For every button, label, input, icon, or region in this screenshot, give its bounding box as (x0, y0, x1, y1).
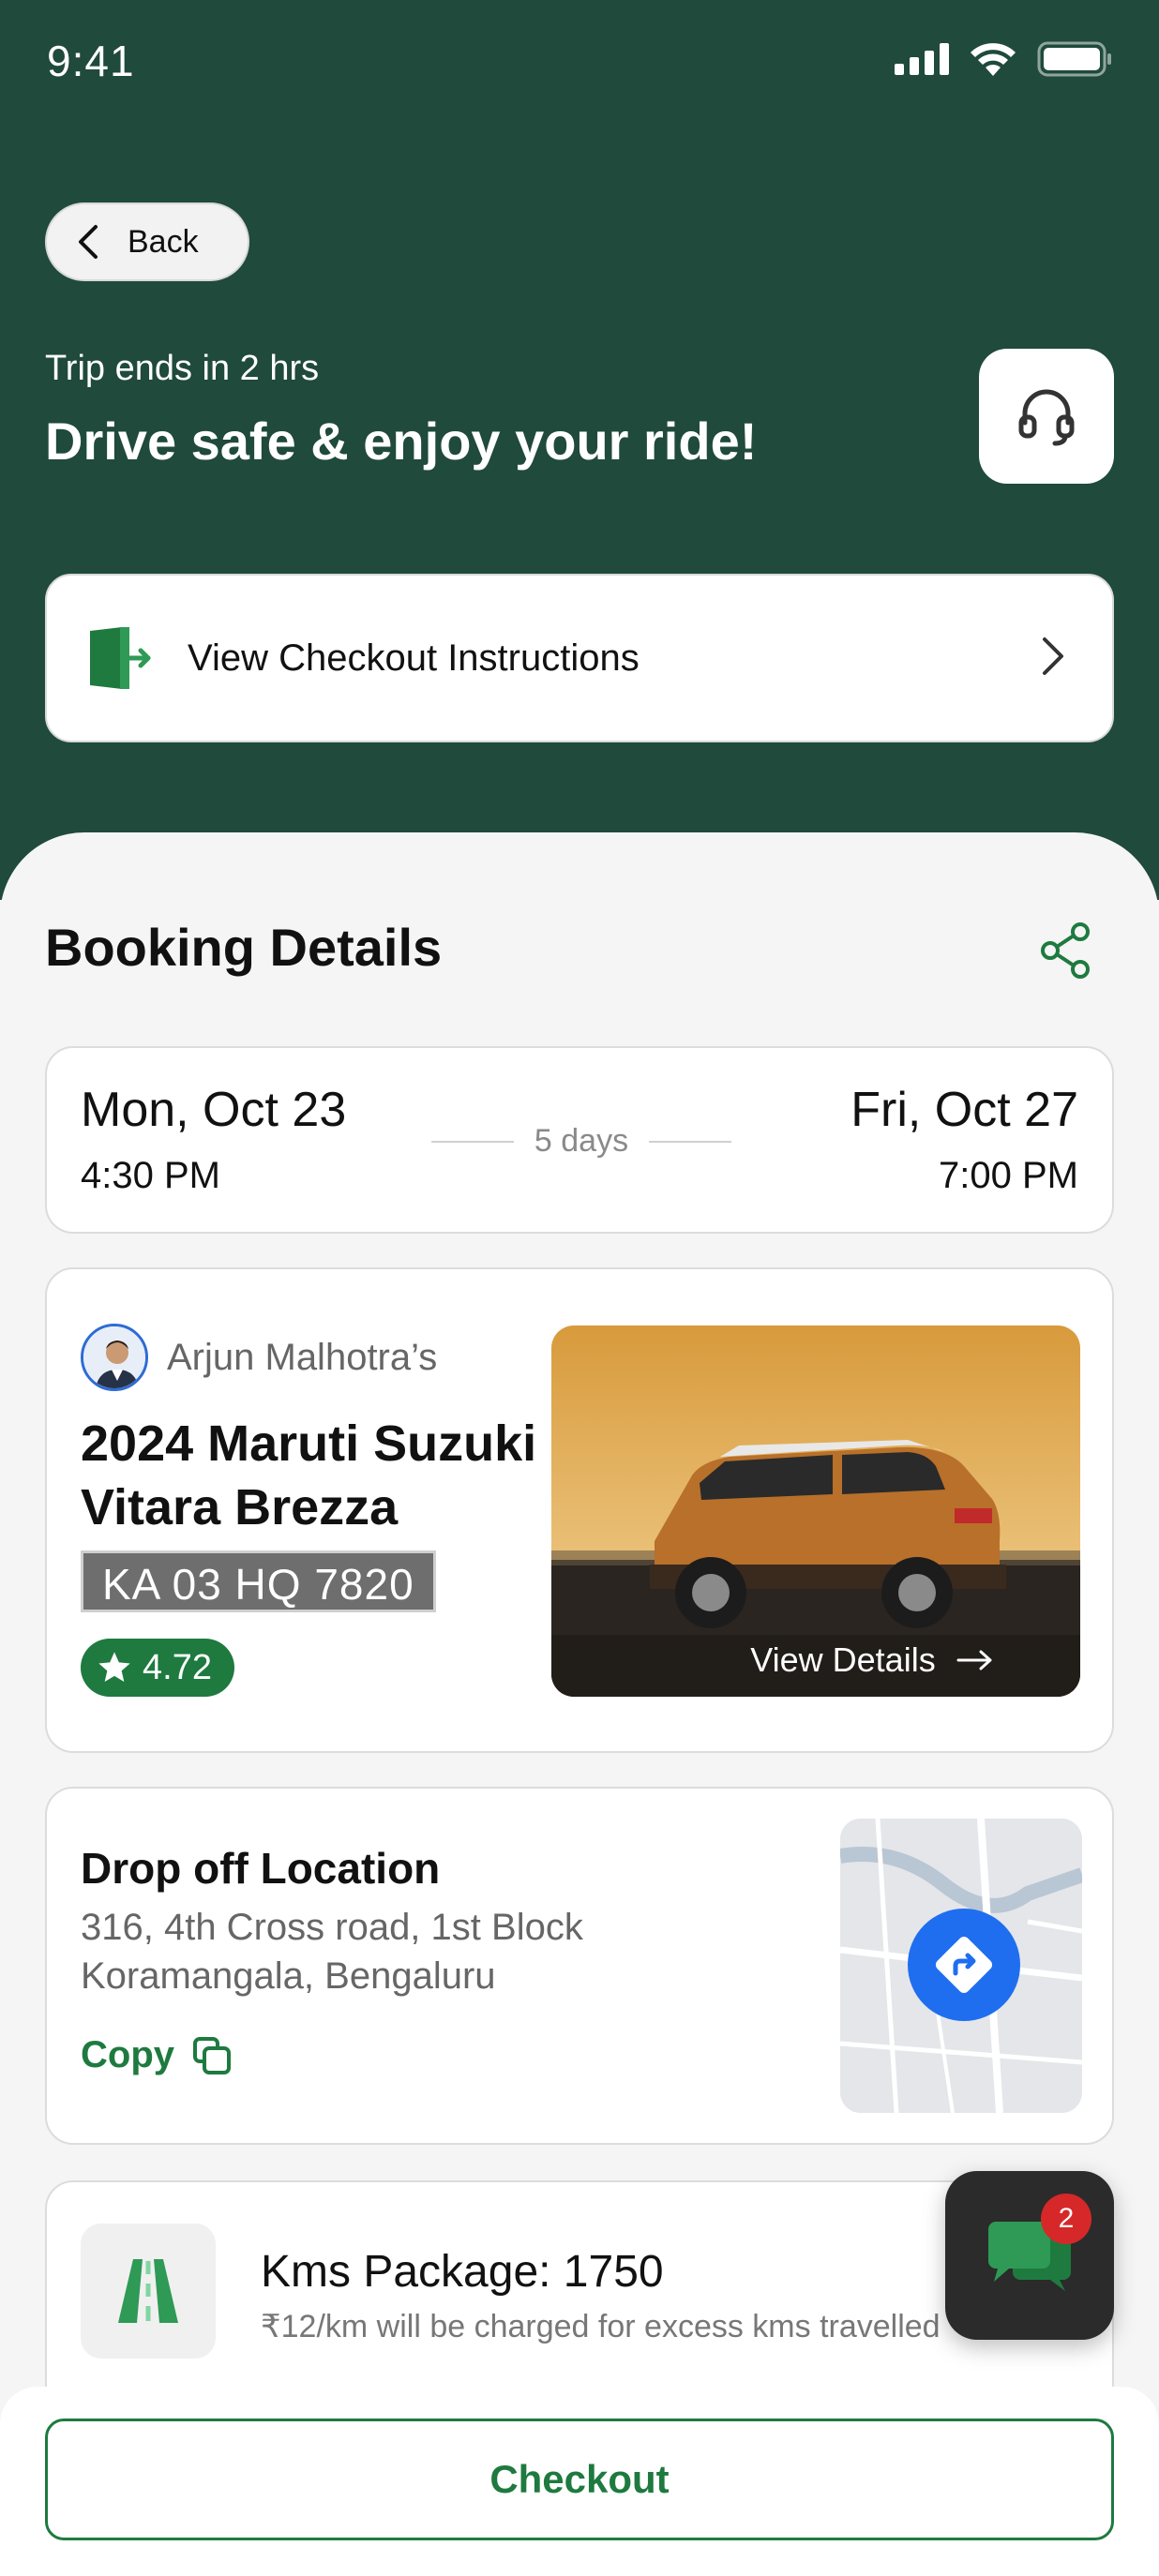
kms-package-subtitle: ₹12/km will be charged for excess kms tr… (261, 2309, 941, 2344)
wifi-icon (971, 43, 1016, 76)
status-time: 9:41 (47, 37, 135, 85)
chevron-left-icon (79, 225, 98, 259)
status-bar: 9:41 (0, 0, 1159, 122)
booking-details-title: Booking Details (45, 918, 443, 977)
copy-icon (193, 2036, 231, 2074)
chevron-right-icon (1043, 637, 1063, 675)
end-time: 7:00 PM (939, 1155, 1078, 1196)
chat-button[interactable]: 2 (945, 2171, 1114, 2340)
star-icon (98, 1652, 130, 1682)
copy-label: Copy (81, 2034, 174, 2075)
car-name: 2024 Maruti Suzuki Vitara Brezza (81, 1415, 537, 1535)
view-details-label: View Details (750, 1640, 936, 1679)
start-date: Mon, Oct 23 (81, 1083, 347, 1137)
exit-door-icon (90, 627, 151, 689)
checkout-instructions-card[interactable]: View Checkout Instructions (45, 574, 1114, 742)
rating-value: 4.72 (143, 1647, 212, 1687)
start-time: 4:30 PM (81, 1155, 220, 1196)
footer: Checkout (0, 2387, 1159, 2576)
avatar (81, 1324, 148, 1391)
back-label: Back (128, 223, 199, 260)
trip-duration-label: 5 days (534, 1123, 629, 1159)
dropoff-title: Drop off Location (81, 1844, 441, 1893)
trip-subtitle: Trip ends in 2 hrs (45, 349, 320, 388)
trip-title: Drive safe & enjoy your ride! (45, 412, 758, 471)
checkout-instructions-label: View Checkout Instructions (188, 637, 640, 679)
header: 9:41 Back Trip ends in 2 hrs Drive safe … (0, 0, 1159, 900)
dropoff-card: Drop off Location 316, 4th Cross road, 1… (45, 1787, 1114, 2145)
copy-address-button[interactable]: Copy (81, 2034, 233, 2076)
car-image[interactable]: View Details (551, 1325, 1080, 1697)
directions-button[interactable] (908, 1909, 1020, 2021)
arrow-right-icon (956, 1650, 992, 1670)
chat-unread-badge: 2 (1041, 2194, 1091, 2244)
status-icons (895, 41, 1112, 77)
headset-icon (1018, 389, 1075, 446)
dropoff-address: 316, 4th Cross road, 1st Block Koramanga… (81, 1903, 643, 2000)
kms-package-title: Kms Package: 1750 (261, 2247, 664, 2297)
signal-icon (895, 43, 949, 75)
battery-icon (1037, 41, 1111, 77)
owner-name: Arjun Malhotra’s (167, 1336, 438, 1378)
directions-icon (935, 1936, 993, 1994)
trip-dates-card: Mon, Oct 23 4:30 PM 5 days Fri, Oct 27 7… (45, 1046, 1114, 1234)
share-icon[interactable] (1039, 922, 1091, 979)
support-button[interactable] (979, 349, 1114, 484)
address-line-1: 316, 4th Cross road, 1st Block (81, 1907, 583, 1948)
back-button[interactable]: Back (45, 202, 249, 281)
rating-badge: 4.72 (81, 1639, 234, 1697)
license-plate: KA 03 HQ 7820 (81, 1550, 436, 1612)
address-line-2: Koramangala, Bengaluru (81, 1955, 496, 1997)
car-card[interactable]: Arjun Malhotra’s 2024 Maruti Suzuki Vita… (45, 1267, 1114, 1753)
road-icon (81, 2224, 216, 2359)
checkout-button[interactable]: Checkout (45, 2419, 1114, 2540)
trip-duration: 5 days (431, 1123, 731, 1160)
dropoff-map[interactable] (840, 1819, 1082, 2113)
car-owner: Arjun Malhotra’s (81, 1324, 437, 1391)
view-details-link[interactable]: View Details (551, 1640, 1080, 1680)
end-date: Fri, Oct 27 (850, 1083, 1078, 1137)
